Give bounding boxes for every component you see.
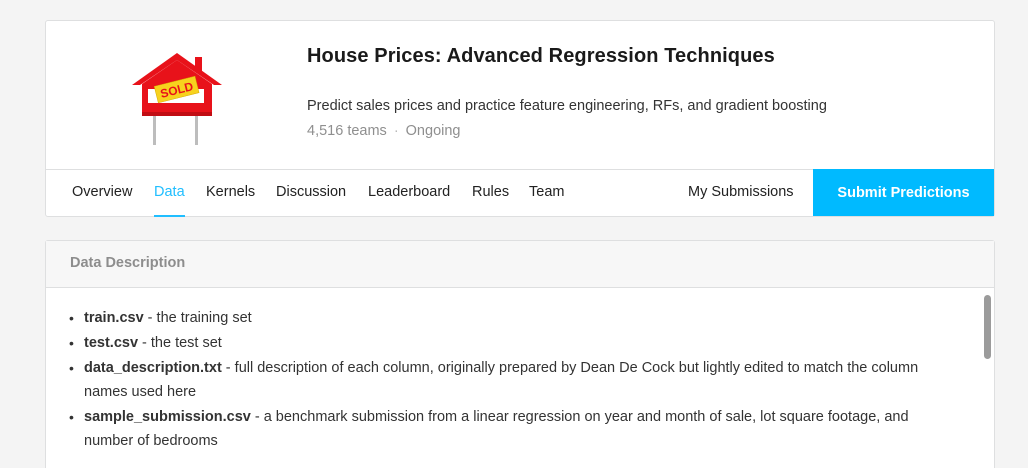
- list-item: • test.csv - the test set: [69, 331, 954, 355]
- tab-kernels[interactable]: Kernels: [206, 170, 255, 217]
- bullet-icon: •: [69, 335, 74, 351]
- file-description: - the test set: [138, 335, 222, 351]
- team-count: 4,516 teams: [307, 123, 387, 139]
- scrollbar[interactable]: [982, 288, 994, 468]
- data-description-header: Data Description: [46, 241, 994, 288]
- meta-separator: ·: [393, 123, 399, 139]
- tab-discussion[interactable]: Discussion: [276, 170, 346, 217]
- bullet-icon: •: [69, 409, 74, 425]
- list-item: • train.csv - the training set: [69, 306, 954, 330]
- file-name: sample_submission.csv: [84, 409, 251, 425]
- my-submissions-link[interactable]: My Submissions: [688, 170, 794, 217]
- file-name: test.csv: [84, 335, 139, 351]
- file-name: data_description.txt: [84, 360, 222, 376]
- competition-status: Ongoing: [405, 123, 461, 139]
- sold-house-sign-icon: SOLD: [132, 53, 222, 145]
- scrollbar-thumb[interactable]: [984, 295, 991, 359]
- bullet-icon: •: [69, 360, 74, 376]
- tab-overview[interactable]: Overview: [72, 170, 132, 217]
- competition-meta: 4,516 teams · Ongoing: [307, 123, 460, 139]
- competition-title: House Prices: Advanced Regression Techni…: [307, 45, 775, 67]
- file-list: • train.csv - the training set • test.cs…: [69, 306, 954, 453]
- list-item: • sample_submission.csv - a benchmark su…: [69, 405, 954, 453]
- tab-data[interactable]: Data: [154, 170, 185, 217]
- list-item: • data_description.txt - full descriptio…: [69, 356, 954, 404]
- submit-predictions-button[interactable]: Submit Predictions: [813, 169, 994, 216]
- tab-leaderboard[interactable]: Leaderboard: [368, 170, 450, 217]
- bullet-icon: •: [69, 310, 74, 326]
- competition-hero: SOLD House Prices: Advanced Regression T…: [46, 21, 994, 170]
- competition-nav: Overview Data Kernels Discussion Leaderb…: [46, 169, 994, 217]
- tab-team[interactable]: Team: [529, 170, 564, 217]
- competition-subtitle: Predict sales prices and practice featur…: [307, 98, 827, 114]
- file-name: train.csv: [84, 310, 144, 326]
- data-description-body[interactable]: • train.csv - the training set • test.cs…: [46, 288, 994, 468]
- file-description: - the training set: [143, 310, 252, 326]
- data-description-card: Data Description • train.csv - the train…: [45, 240, 995, 468]
- competition-header-card: SOLD House Prices: Advanced Regression T…: [45, 20, 995, 217]
- tab-rules[interactable]: Rules: [472, 170, 509, 217]
